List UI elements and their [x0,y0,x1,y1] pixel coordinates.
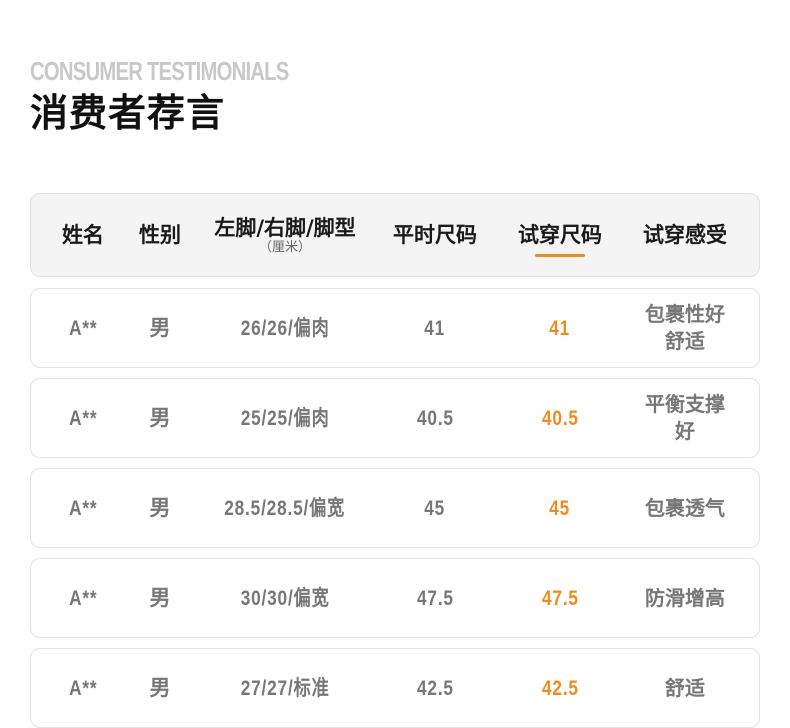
cell-usual-size-value: 40.5 [416,406,454,430]
cell-gender: 男 [149,586,171,610]
hero-heading: CONSUMER TESTIMONIALS 消费者荐言 [30,56,361,136]
header-trial-size-label: 试穿尺码 [518,223,602,247]
cell-foot-value: 26/26/偏肉 [240,316,330,340]
cell-trial-size-value: 45 [549,496,571,520]
cell-usual-size: 41 [385,315,485,342]
cell-foot-value: 28.5/28.5/偏宽 [224,496,346,520]
header-gender: 性别 [139,223,181,247]
table-body: A** 男 26/26/偏肉 41 41 包裹性好舒适 A** 男 25/25/偏肉 40.5 40… [30,288,760,728]
header-foot: 左脚/右脚/脚型 （厘米） [185,215,385,256]
cell-foot: 28.5/28.5/偏宽 [185,495,385,522]
cell-usual-size: 42.5 [385,675,485,702]
cell-trial-size: 47.5 [485,585,635,612]
cell-trial-size-value: 40.5 [541,406,579,430]
cell-usual-size-value: 45 [424,496,446,520]
cell-foot: 27/27/标准 [185,675,385,702]
header-usual-size: 平时尺码 [393,223,477,247]
cell-feel: 包裹透气 [645,495,725,520]
cell-usual-size-value: 41 [424,316,446,340]
table-row: A** 男 30/30/偏宽 47.5 47.5 防滑增高 [30,558,760,638]
cell-usual-size: 40.5 [385,405,485,432]
cell-trial-size-value: 41 [549,316,571,340]
cell-foot-value: 25/25/偏肉 [240,406,330,430]
cell-feel: 包裹性好舒适 [645,302,725,353]
cell-name: A** [31,675,135,702]
cell-usual-size-value: 47.5 [416,586,454,610]
cell-trial-size-value: 47.5 [541,586,579,610]
eyebrow-title: CONSUMER TESTIMONIALS [30,56,289,86]
table-row: A** 男 28.5/28.5/偏宽 45 45 包裹透气 [30,468,760,548]
cell-feel: 平衡支撑好 [645,392,725,443]
cell-name: A** [31,495,135,522]
cell-name-value: A** [68,316,98,340]
cell-usual-size: 47.5 [385,585,485,612]
cell-name: A** [31,315,135,342]
cell-foot: 26/26/偏肉 [185,315,385,342]
cell-trial-size: 42.5 [485,675,635,702]
cell-name-value: A** [68,676,98,700]
cell-trial-size-value: 42.5 [541,676,579,700]
table-header: 姓名 性别 左脚/右脚/脚型 （厘米） 平时尺码 试穿尺码 试穿感受 [30,193,760,277]
cell-gender: 男 [149,316,171,340]
cell-gender: 男 [149,406,171,430]
cell-feel: 防滑增高 [645,585,725,610]
header-foot-label: 左脚/右脚/脚型 [214,215,356,240]
cell-foot: 25/25/偏肉 [185,405,385,432]
cell-name: A** [31,585,135,612]
cell-name-value: A** [68,406,98,430]
cell-trial-size: 41 [485,315,635,342]
cell-gender: 男 [149,496,171,520]
cell-feel: 舒适 [665,675,705,700]
cell-foot-value: 27/27/标准 [240,676,330,700]
header-highlight-underline [535,254,585,257]
table-row: A** 男 27/27/标准 42.5 42.5 舒适 [30,648,760,728]
cell-usual-size-value: 42.5 [416,676,454,700]
cell-name: A** [31,405,135,432]
cell-foot-value: 30/30/偏宽 [240,586,330,610]
table-row: A** 男 26/26/偏肉 41 41 包裹性好舒适 [30,288,760,368]
cell-name-value: A** [68,586,98,610]
page-title: 消费者荐言 [30,91,226,135]
cell-usual-size: 45 [385,495,485,522]
cell-foot: 30/30/偏宽 [185,585,385,612]
header-feel: 试穿感受 [643,223,727,247]
header-name: 姓名 [62,223,104,247]
testimonial-table: 姓名 性别 左脚/右脚/脚型 （厘米） 平时尺码 试穿尺码 试穿感受 A** 男 2… [30,193,760,728]
cell-trial-size: 40.5 [485,405,635,432]
header-trial-size: 试穿尺码 [485,222,635,257]
cell-gender: 男 [149,676,171,700]
cell-trial-size: 45 [485,495,635,522]
header-foot-unit: （厘米） [258,239,311,255]
table-row: A** 男 25/25/偏肉 40.5 40.5 平衡支撑好 [30,378,760,458]
cell-name-value: A** [68,496,98,520]
